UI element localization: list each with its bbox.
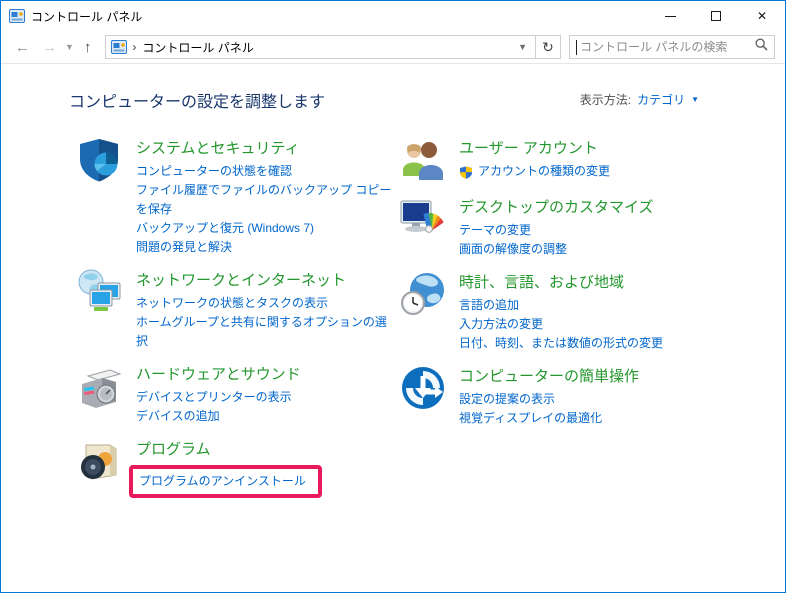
category-body: ハードウェアとサウンドデバイスとプリンターの表示デバイスの追加 (136, 362, 301, 426)
address-location-icon (111, 40, 127, 54)
category-title-system-security[interactable]: システムとセキュリティ (136, 137, 300, 158)
view-by-control: 表示方法: カテゴリ ▼ (580, 91, 699, 108)
page-title: コンピューターの設定を調整します (69, 88, 325, 112)
category-section-clock-language-region: 時計、言語、および地域言語の追加入力方法の変更日付、時刻、または数値の形式の変更 (399, 270, 774, 353)
task-link[interactable]: ファイル履歴でファイルのバックアップ コピーを保存 (136, 181, 398, 219)
clock-globe-icon[interactable] (399, 270, 447, 318)
category-body: ネットワークとインターネットネットワークの状態とタスクの表示ホームグループと共有… (136, 268, 398, 351)
category-body: システムとセキュリティコンピューターの状態を確認ファイル履歴でファイルのバックア… (136, 136, 398, 257)
main-content: コンピューターの設定を調整します 表示方法: カテゴリ ▼ システムとセキュリテ… (1, 64, 785, 592)
task-row: デバイスとプリンターの表示 (136, 388, 301, 407)
task-row: 設定の提案の表示 (459, 390, 639, 409)
task-row: 日付、時刻、または数値の形式の変更 (459, 334, 663, 353)
view-by-dropdown-icon[interactable]: ▼ (691, 95, 699, 104)
task-link[interactable]: プログラムのアンインストール (139, 474, 306, 488)
text-caret (576, 40, 577, 55)
category-body: コンピューターの簡単操作設定の提案の表示視覚ディスプレイの最適化 (459, 364, 639, 428)
task-link[interactable]: 日付、時刻、または数値の形式の変更 (459, 334, 663, 353)
task-row: 言語の追加 (459, 296, 663, 315)
category-body: ユーザー アカウントアカウントの種類の変更 (459, 136, 610, 184)
category-section-hardware-sound: ハードウェアとサウンドデバイスとプリンターの表示デバイスの追加 (76, 362, 398, 426)
view-by-label: 表示方法: (580, 91, 631, 108)
search-input[interactable] (570, 37, 755, 57)
task-link[interactable]: 問題の発見と解決 (136, 238, 232, 257)
task-row: バックアップと復元 (Windows 7) (136, 219, 398, 238)
task-link[interactable]: デバイスとプリンターの表示 (136, 388, 292, 407)
task-link[interactable]: バックアップと復元 (Windows 7) (136, 219, 314, 238)
security-shield-icon[interactable] (76, 136, 124, 184)
category-title-hardware-sound[interactable]: ハードウェアとサウンド (136, 363, 301, 384)
category-section-appearance-personalization: デスクトップのカスタマイズテーマの変更画面の解像度の調整 (399, 195, 774, 259)
up-button[interactable]: ↑ (76, 40, 100, 55)
task-row: 入力方法の変更 (459, 315, 663, 334)
task-link[interactable]: 設定の提案の表示 (459, 390, 555, 409)
task-link[interactable]: アカウントの種類の変更 (478, 162, 610, 181)
task-row: 画面の解像度の調整 (459, 240, 654, 259)
category-column-right: ユーザー アカウントアカウントの種類の変更デスクトップのカスタマイズテーマの変更… (399, 136, 774, 439)
recent-pages-chevron-icon[interactable]: ▼ (63, 43, 76, 52)
task-row: 視覚ディスプレイの最適化 (459, 409, 639, 428)
task-link[interactable]: デバイスの追加 (136, 407, 220, 426)
category-title-clock-language-region[interactable]: 時計、言語、および地域 (459, 271, 624, 292)
display-colors-icon[interactable] (399, 195, 447, 243)
category-section-programs: プログラムプログラムのアンインストール (76, 437, 398, 498)
category-title-appearance-personalization[interactable]: デスクトップのカスタマイズ (459, 196, 654, 217)
category-body: デスクトップのカスタマイズテーマの変更画面の解像度の調整 (459, 195, 654, 259)
task-row: ホームグループと共有に関するオプションの選択 (136, 313, 398, 351)
category-column-left: システムとセキュリティコンピューターの状態を確認ファイル履歴でファイルのバックア… (76, 136, 398, 509)
search-icon[interactable] (755, 38, 768, 56)
task-link[interactable]: コンピューターの状態を確認 (136, 162, 292, 181)
users-icon[interactable] (399, 136, 447, 184)
task-link[interactable]: 入力方法の変更 (459, 315, 543, 334)
highlight-box: プログラムのアンインストール (129, 465, 322, 498)
address-bar[interactable]: › コントロール パネル ▼ (105, 35, 536, 59)
category-body: 時計、言語、および地域言語の追加入力方法の変更日付、時刻、または数値の形式の変更 (459, 270, 663, 353)
task-row: テーマの変更 (459, 221, 654, 240)
refresh-button[interactable]: ↻ (536, 35, 561, 59)
task-link[interactable]: 言語の追加 (459, 296, 519, 315)
window-title: コントロール パネル (31, 8, 647, 25)
navigation-bar: ← → ▼ ↑ › コントロール パネル ▼ ↻ (1, 31, 785, 64)
category-section-system-security: システムとセキュリティコンピューターの状態を確認ファイル履歴でファイルのバックア… (76, 136, 398, 257)
task-row: デバイスの追加 (136, 407, 301, 426)
control-panel-app-icon (9, 9, 25, 23)
breadcrumb-control-panel[interactable]: コントロール パネル (142, 39, 253, 56)
task-row: アカウントの種類の変更 (459, 162, 610, 181)
category-section-ease-of-access: コンピューターの簡単操作設定の提案の表示視覚ディスプレイの最適化 (399, 364, 774, 428)
task-row: コンピューターの状態を確認 (136, 162, 398, 181)
category-body: プログラムプログラムのアンインストール (136, 437, 322, 498)
task-link[interactable]: ネットワークの状態とタスクの表示 (136, 294, 328, 313)
printer-icon[interactable] (76, 362, 124, 410)
network-globe-icon[interactable] (76, 268, 124, 316)
category-title-network-internet[interactable]: ネットワークとインターネット (136, 269, 346, 290)
forward-button[interactable]: → (36, 40, 63, 55)
category-section-user-accounts: ユーザー アカウントアカウントの種類の変更 (399, 136, 774, 184)
breadcrumb-chevron-icon: › (127, 40, 142, 54)
category-section-network-internet: ネットワークとインターネットネットワークの状態とタスクの表示ホームグループと共有… (76, 268, 398, 351)
window-controls: ✕ (647, 1, 785, 31)
view-by-value[interactable]: カテゴリ (637, 91, 685, 108)
task-link[interactable]: テーマの変更 (459, 221, 531, 240)
title-bar: コントロール パネル ✕ (1, 1, 785, 31)
task-link[interactable]: 視覚ディスプレイの最適化 (459, 409, 602, 428)
category-title-ease-of-access[interactable]: コンピューターの簡単操作 (459, 365, 639, 386)
category-title-user-accounts[interactable]: ユーザー アカウント (459, 137, 598, 158)
category-title-programs[interactable]: プログラム (136, 438, 211, 459)
address-dropdown-icon[interactable]: ▼ (514, 42, 531, 52)
control-panel-window: コントロール パネル ✕ ← → ▼ ↑ › コントロール パネル ▼ (0, 0, 786, 593)
task-row: 問題の発見と解決 (136, 238, 398, 257)
task-row: ネットワークの状態とタスクの表示 (136, 294, 398, 313)
task-row: ファイル履歴でファイルのバックアップ コピーを保存 (136, 181, 398, 219)
maximize-button[interactable] (693, 1, 739, 31)
task-link[interactable]: 画面の解像度の調整 (459, 240, 567, 259)
close-button[interactable]: ✕ (739, 1, 785, 31)
back-button[interactable]: ← (9, 40, 36, 55)
ease-of-access-icon[interactable] (399, 364, 447, 412)
task-row: プログラムのアンインストール (136, 463, 322, 498)
uac-shield-icon (459, 165, 473, 178)
task-link[interactable]: ホームグループと共有に関するオプションの選択 (136, 313, 398, 351)
minimize-button[interactable] (647, 1, 693, 31)
program-box-icon[interactable] (76, 437, 124, 485)
search-box[interactable] (569, 35, 775, 59)
